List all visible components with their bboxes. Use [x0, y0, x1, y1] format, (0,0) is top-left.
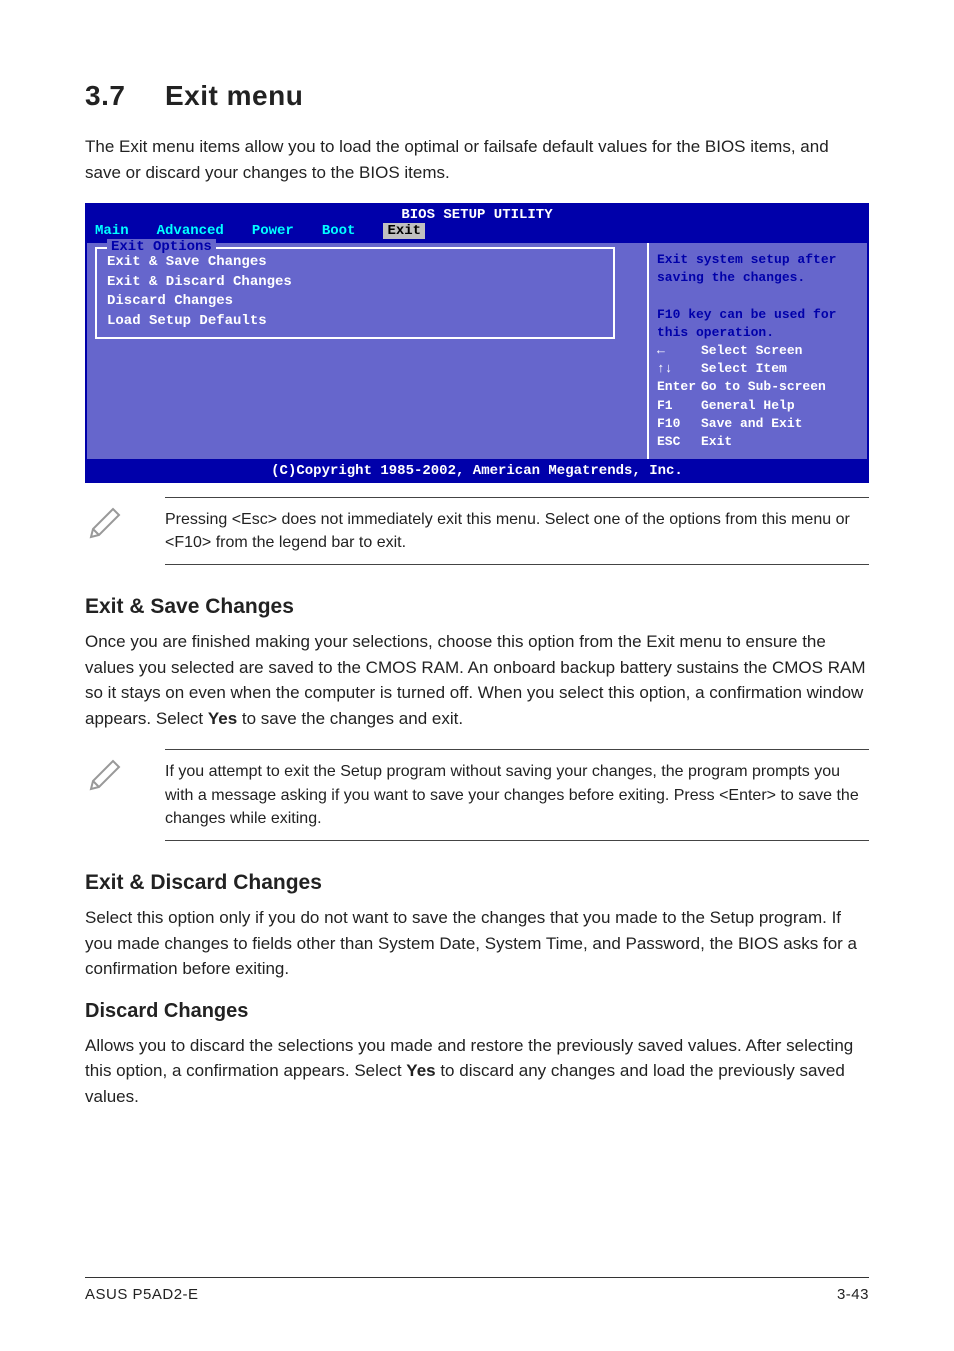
bios-help-line: Exit system setup after saving the chang…	[657, 251, 859, 287]
key-f1: F1	[657, 397, 701, 415]
footer-page-number: 3-43	[837, 1286, 869, 1303]
bios-help-text: Exit system setup after saving the chang…	[657, 251, 859, 342]
key-desc: Go to Sub-screen	[701, 379, 826, 394]
bios-tab-boot: Boot	[322, 223, 356, 239]
bios-setup-screenshot: BIOS SETUP UTILITY Main Advanced Power B…	[85, 203, 869, 483]
key-f10: F10	[657, 415, 701, 433]
bios-tab-exit: Exit	[383, 223, 425, 239]
bios-key-legend: ←Select Screen ↑↓Select Item EnterGo to …	[657, 342, 859, 451]
key-desc: Select Screen	[701, 343, 802, 358]
key-desc: General Help	[701, 398, 795, 413]
key-desc: Exit	[701, 434, 732, 449]
key-desc: Save and Exit	[701, 416, 802, 431]
yes-keyword: Yes	[208, 709, 237, 728]
note-text: Pressing <Esc> does not immediately exit…	[165, 497, 869, 565]
bios-body: Exit Options Exit & Save Changes Exit & …	[85, 243, 869, 461]
body-span: Once you are finished making your select…	[85, 632, 866, 728]
bios-left-pane: Exit Options Exit & Save Changes Exit & …	[87, 243, 647, 459]
bios-item: Load Setup Defaults	[107, 312, 603, 332]
subheading-exit-save: Exit & Save Changes	[85, 595, 869, 619]
intro-paragraph: The Exit menu items allow you to load th…	[85, 134, 869, 185]
bios-tab-advanced: Advanced	[157, 223, 224, 239]
subheading-exit-discard: Exit & Discard Changes	[85, 871, 869, 895]
bios-options-frame-title: Exit Options	[107, 239, 216, 255]
bios-copyright: (C)Copyright 1985-2002, American Megatre…	[85, 461, 869, 483]
note-text: If you attempt to exit the Setup program…	[165, 749, 869, 841]
bios-item: Exit & Save Changes	[107, 253, 603, 273]
key-left-arrow: ←	[657, 342, 701, 360]
section-number: 3.7	[85, 80, 165, 112]
body-paragraph: Allows you to discard the selections you…	[85, 1033, 869, 1110]
bios-tab-power: Power	[252, 223, 294, 239]
bios-help-pane: Exit system setup after saving the chang…	[647, 243, 867, 459]
note-block: Pressing <Esc> does not immediately exit…	[85, 497, 869, 565]
bios-title: BIOS SETUP UTILITY	[85, 203, 869, 223]
footer-product: ASUS P5AD2-E	[85, 1286, 199, 1303]
body-paragraph: Once you are finished making your select…	[85, 629, 869, 731]
section-heading: 3.7Exit menu	[85, 80, 869, 112]
subheading-discard: Discard Changes	[85, 1000, 869, 1023]
key-up-down: ↑↓	[657, 360, 701, 378]
yes-keyword: Yes	[406, 1061, 435, 1080]
pencil-note-icon	[85, 749, 165, 841]
bios-help-line: F10 key can be used for this operation.	[657, 306, 859, 342]
key-enter: Enter	[657, 378, 701, 396]
pencil-note-icon	[85, 497, 165, 565]
bios-item: Discard Changes	[107, 292, 603, 312]
body-paragraph: Select this option only if you do not wa…	[85, 905, 869, 982]
bios-tab-main: Main	[95, 223, 129, 239]
body-span: to save the changes and exit.	[237, 709, 463, 728]
note-block: If you attempt to exit the Setup program…	[85, 749, 869, 841]
key-desc: Select Item	[701, 361, 787, 376]
key-esc: ESC	[657, 433, 701, 451]
bios-item: Exit & Discard Changes	[107, 273, 603, 293]
page-footer: ASUS P5AD2-E 3-43	[85, 1277, 869, 1303]
bios-options-frame: Exit Options Exit & Save Changes Exit & …	[95, 247, 615, 339]
section-title-text: Exit menu	[165, 80, 303, 111]
